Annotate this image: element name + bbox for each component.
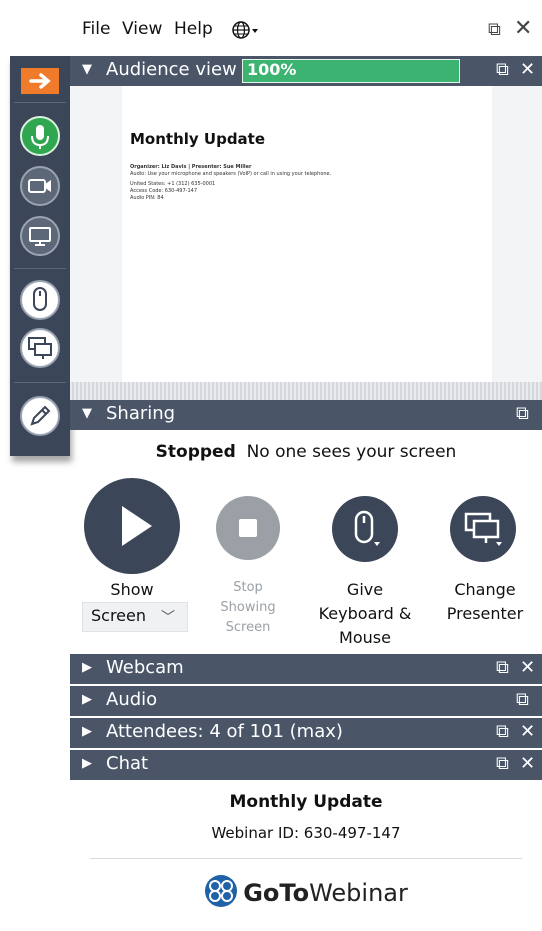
gotowebinar-logo-icon	[204, 874, 238, 912]
chat-panel-header[interactable]: ▶ Chat ⧉ ✕	[70, 750, 542, 780]
collapse-triangle-icon: ▼	[82, 406, 92, 421]
expand-triangle-icon: ▶	[82, 692, 92, 707]
shared-document-preview: Monthly Update Organizer: Liz Davis | Pr…	[122, 86, 492, 382]
window-undock-button[interactable]: ⧉	[488, 19, 501, 40]
chat-close-icon[interactable]: ✕	[520, 753, 535, 774]
sharing-status: Stopped No one sees your screen	[70, 442, 542, 462]
stop-label: Stop Showing Screen	[198, 578, 298, 638]
screen-share-button[interactable]	[18, 214, 62, 258]
give-label-line: Keyboard &	[318, 604, 412, 623]
doc-body: Organizer: Liz Davis | Presenter: Sue Mi…	[130, 164, 430, 202]
pen-icon	[20, 396, 60, 436]
attendees-close-icon[interactable]: ✕	[520, 721, 535, 742]
menu-bar: File View Help ⧉ ✕	[70, 0, 542, 56]
attendees-panel-header[interactable]: ▶ Attendees: 4 of 101 (max) ⧉ ✕	[70, 718, 542, 748]
stop-label-line: Screen	[225, 620, 271, 635]
stop-showing-screen-button[interactable]	[216, 496, 280, 560]
change-presenter-icon	[20, 328, 60, 368]
stop-icon	[239, 519, 257, 537]
sharing-title: Sharing	[106, 403, 176, 424]
microphone-button[interactable]	[18, 114, 62, 158]
audience-undock-icon[interactable]: ⧉	[496, 59, 509, 80]
doc-title: Monthly Update	[130, 130, 266, 148]
zoom-value: 100%	[247, 60, 297, 79]
webcam-panel-header[interactable]: ▶ Webcam ⧉ ✕	[70, 654, 542, 684]
give-label-line: Give	[346, 580, 384, 599]
resize-splitter[interactable]	[70, 382, 542, 400]
attendees-undock-icon[interactable]: ⧉	[496, 721, 509, 742]
doc-line: United States: +1 (312) 635-0001	[130, 181, 216, 187]
mouse-icon	[354, 510, 380, 546]
doc-line: Audio PIN: 84	[130, 195, 164, 201]
menu-help[interactable]: Help	[174, 19, 213, 39]
sharing-header[interactable]: ▼ Sharing ⧉	[70, 400, 542, 430]
webinar-title: Monthly Update	[229, 792, 383, 812]
collapse-toolbar-button[interactable]	[21, 68, 59, 94]
webinar-id: Webinar ID: 630-497-147	[211, 824, 401, 842]
collapse-triangle-icon: ▼	[82, 62, 92, 77]
expand-triangle-icon: ▶	[82, 724, 92, 739]
menu-file[interactable]: File	[82, 19, 110, 39]
expand-triangle-icon: ▶	[82, 660, 92, 675]
change-label-line: Change	[454, 580, 516, 599]
zoom-level-field[interactable]: 100%	[242, 59, 460, 83]
expand-triangle-icon: ▶	[82, 756, 92, 771]
doc-line: Organizer: Liz Davis | Presenter: Sue Mi…	[130, 164, 252, 170]
arrow-right-icon	[29, 73, 51, 89]
show-screen-dropdown-value: Screen	[91, 606, 147, 625]
audience-close-icon[interactable]: ✕	[520, 59, 535, 80]
sharing-pane: Stopped No one sees your screen Show Scr…	[70, 430, 542, 654]
footer: Monthly Update Webinar ID: 630-497-147 G…	[70, 782, 542, 931]
show-screen-button[interactable]	[84, 478, 180, 574]
footer-divider	[90, 858, 522, 859]
chevron-down-icon: ﹀	[161, 610, 175, 626]
close-icon: ✕	[514, 16, 533, 41]
menu-view[interactable]: View	[122, 19, 162, 39]
webcam-button[interactable]	[18, 164, 62, 208]
chat-undock-icon[interactable]: ⧉	[496, 753, 509, 774]
keyboard-mouse-button[interactable]	[18, 278, 62, 322]
give-label: Give Keyboard & Mouse	[310, 578, 420, 650]
window-close-button[interactable]: ✕	[514, 16, 532, 41]
screen-icon	[20, 216, 60, 256]
mouse-icon	[20, 280, 60, 320]
audio-title: Audio	[106, 689, 158, 710]
brand-goto: GoTo	[243, 879, 310, 907]
audience-view-title: Audience view	[106, 59, 237, 80]
show-label: Show	[110, 580, 154, 599]
webcam-undock-icon[interactable]: ⧉	[496, 657, 509, 678]
language-menu[interactable]	[232, 20, 260, 44]
audio-panel-header[interactable]: ▶ Audio ⧉	[70, 686, 542, 716]
webcam-icon	[20, 166, 60, 206]
attendees-title: Attendees: 4 of 101 (max)	[106, 721, 343, 742]
microphone-icon	[20, 116, 60, 156]
chat-title: Chat	[106, 753, 149, 774]
gotowebinar-logo: GoToWebinar	[70, 874, 542, 910]
give-label-line: Mouse	[339, 628, 391, 647]
change-label: Change Presenter	[428, 578, 542, 626]
brand-webinar: Webinar	[309, 879, 408, 907]
sharing-undock-icon[interactable]: ⧉	[516, 403, 529, 424]
stop-label-line: Showing	[220, 600, 276, 615]
undock-icon: ⧉	[488, 19, 501, 40]
sharing-status-strong: Stopped	[155, 442, 236, 462]
change-presenter-icon	[464, 512, 502, 546]
change-label-line: Presenter	[446, 604, 524, 623]
drawing-tools-button[interactable]	[18, 394, 62, 438]
change-presenter-button[interactable]	[18, 326, 62, 370]
sharing-status-text: No one sees your screen	[246, 442, 457, 462]
doc-line: Audio: Use your microphone and speakers …	[130, 171, 332, 177]
webcam-title: Webcam	[106, 657, 184, 678]
left-toolbar	[10, 56, 70, 456]
change-presenter-button[interactable]	[450, 496, 516, 562]
audience-view-header[interactable]: ▼ Audience view 100% ⧉ ✕	[70, 56, 542, 86]
give-keyboard-mouse-button[interactable]	[332, 496, 398, 562]
webcam-close-icon[interactable]: ✕	[520, 657, 535, 678]
stop-label-line: Stop	[233, 580, 263, 595]
show-screen-dropdown[interactable]: Screen ﹀	[82, 602, 188, 632]
doc-line: Access Code: 630-497-147	[130, 188, 198, 194]
globe-icon	[232, 21, 258, 39]
play-icon	[122, 506, 152, 546]
audio-undock-icon[interactable]: ⧉	[516, 689, 529, 710]
